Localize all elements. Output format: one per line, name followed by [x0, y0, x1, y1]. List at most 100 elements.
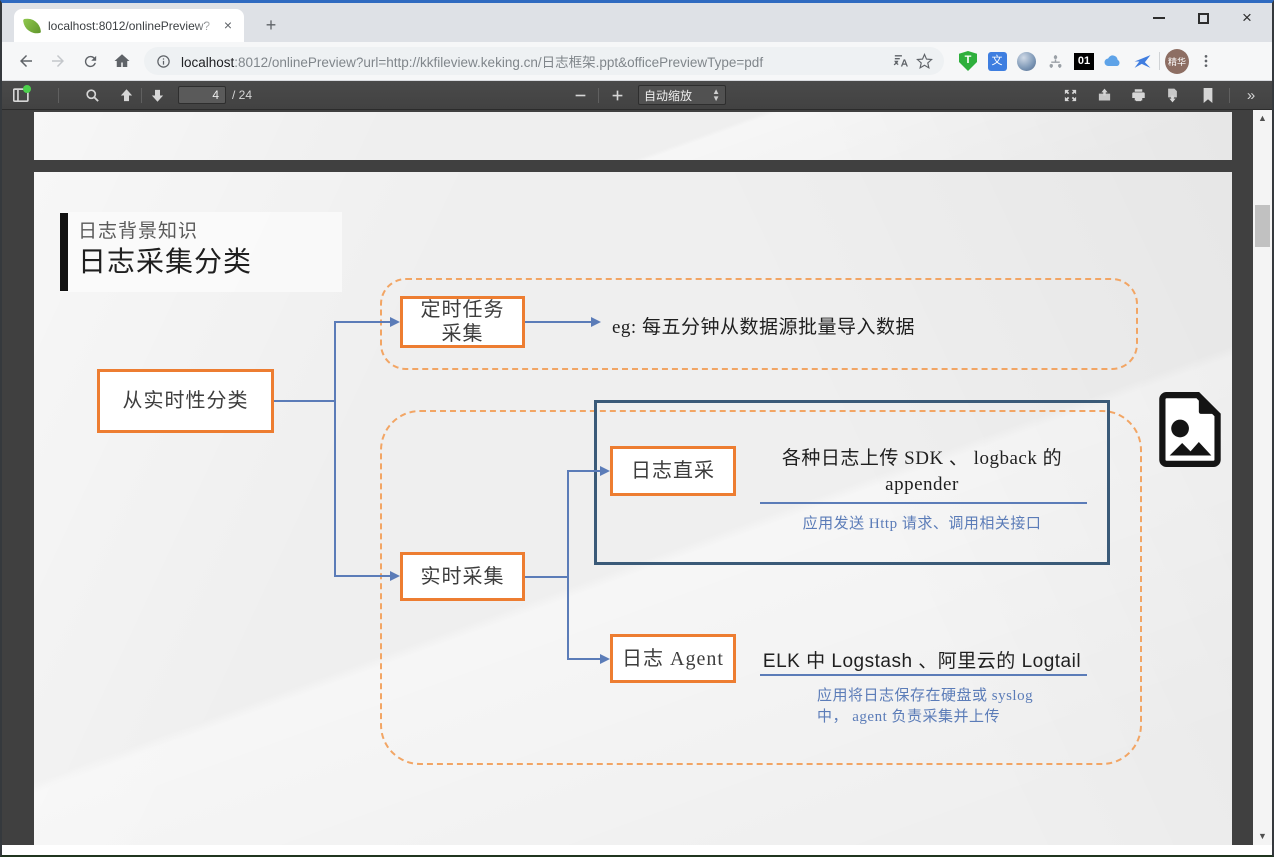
url-path: :8012/onlinePreview?url=http://kkfilevie… [234, 55, 763, 70]
zoom-out-button[interactable] [567, 83, 593, 107]
minus-icon [574, 89, 587, 102]
01-badge-icon: 01 [1074, 53, 1094, 70]
extensions-area: T 文 01 精华 [956, 49, 1218, 73]
reload-button[interactable] [76, 47, 104, 75]
forward-button[interactable] [44, 47, 72, 75]
arrowhead-icon [600, 466, 610, 476]
open-file-icon [1097, 88, 1112, 103]
scroll-up-icon[interactable]: ▲ [1253, 110, 1272, 127]
search-icon [85, 88, 100, 103]
zoom-select[interactable]: 自动缩放 ▲▼ [638, 85, 726, 105]
more-tools-button[interactable]: » [1238, 83, 1264, 107]
sitemap-icon [1047, 53, 1064, 70]
zoom-in-button[interactable] [604, 83, 630, 107]
page-up-button[interactable] [113, 83, 139, 107]
zoom-select-value: 自动缩放 [644, 87, 692, 104]
node-label: 日志直采 [631, 459, 715, 483]
slide-canvas: 日志背景知识 日志采集分类 [34, 172, 1232, 845]
arrow-down-icon [150, 88, 165, 103]
back-button[interactable] [12, 47, 40, 75]
node-log-agent: 日志 Agent [610, 634, 736, 683]
translate-ext-icon: 文 [988, 52, 1007, 71]
presentation-mode-button[interactable] [1057, 83, 1083, 107]
extension-01-button[interactable]: 01 [1072, 49, 1096, 73]
timed-example-text: eg: 每五分钟从数据源批量导入数据 [612, 312, 1032, 339]
agent-note-text: 应用将日志保存在硬盘或 syslog中， agent 负责采集并上传 [817, 686, 1117, 728]
minimize-button[interactable] [1152, 11, 1166, 25]
bookmark-icon [1202, 88, 1214, 103]
tab-strip: localhost:8012/onlinePreview? × + × [2, 3, 1272, 42]
toolbar-separator [1229, 88, 1230, 103]
browser-toolbar: localhost:8012/onlinePreview?url=http://… [2, 42, 1272, 81]
back-arrow-icon [17, 52, 35, 70]
node-label: 从实时性分类 [123, 389, 249, 413]
cloud-icon [1103, 51, 1123, 71]
connector-line [525, 321, 591, 323]
chrome-menu-button[interactable] [1194, 49, 1218, 73]
url-text[interactable]: localhost:8012/onlinePreview?url=http://… [181, 51, 888, 71]
page-4: 日志背景知识 日志采集分类 [34, 172, 1232, 845]
arrowhead-icon [591, 317, 601, 327]
extension-bird-button[interactable] [1130, 49, 1154, 73]
sidebar-toggle-button[interactable] [8, 83, 34, 107]
toolbar-separator [58, 88, 59, 103]
pdf-viewer[interactable]: 日志背景知识 日志采集分类 [2, 110, 1272, 845]
toolbar-separator [141, 88, 142, 103]
select-arrows-icon: ▲▼ [712, 88, 720, 102]
maximize-button[interactable] [1196, 11, 1210, 25]
broken-image-icon [1157, 392, 1224, 467]
globe-orb-icon [1017, 52, 1036, 71]
node-label: 实时采集 [421, 565, 505, 589]
page-number-input[interactable] [178, 86, 226, 104]
scroll-down-icon[interactable]: ▼ [1253, 828, 1272, 845]
close-button[interactable]: × [1240, 11, 1254, 25]
url-host: localhost [181, 55, 234, 70]
reload-icon [82, 53, 99, 70]
home-icon [113, 52, 131, 70]
browser-tab[interactable]: localhost:8012/onlinePreview? × [14, 9, 244, 42]
find-button[interactable] [79, 83, 105, 107]
address-bar[interactable]: localhost:8012/onlinePreview?url=http://… [144, 47, 944, 75]
close-icon: × [1242, 12, 1252, 24]
extension-cloud-button[interactable] [1101, 49, 1125, 73]
download-button[interactable] [1159, 83, 1185, 107]
info-icon[interactable] [156, 54, 171, 69]
agent-desc-text: ELK 中 Logstash 、阿里云的 Logtail [750, 646, 1094, 673]
bookmark-star-button[interactable] [912, 49, 936, 73]
connector-line [334, 322, 336, 576]
extension-sitemap-button[interactable] [1043, 49, 1067, 73]
node-label: 日志 Agent [622, 647, 724, 671]
translate-page-button[interactable] [888, 49, 912, 73]
node-timed-task-collect: 定时任务采集 [400, 296, 525, 348]
direct-desc-text: 各种日志上传 SDK 、 logback 的appender [750, 446, 1094, 498]
spring-leaf-favicon [23, 16, 41, 34]
browser-window: localhost:8012/onlinePreview? × + × loca… [0, 0, 1274, 857]
shield-icon: T [959, 51, 977, 71]
vertical-scrollbar[interactable]: ▲ ▼ [1253, 110, 1272, 845]
print-button[interactable] [1125, 83, 1151, 107]
divider-line [760, 674, 1087, 676]
new-tab-button[interactable]: + [258, 13, 284, 39]
maximize-icon [1198, 13, 1209, 24]
connector-line [567, 471, 569, 659]
kebab-menu-icon [1198, 53, 1214, 69]
extension-translate-button[interactable]: 文 [985, 49, 1009, 73]
open-file-button[interactable] [1091, 83, 1117, 107]
scrollbar-thumb[interactable] [1255, 205, 1270, 247]
bookmark-button[interactable] [1195, 83, 1221, 107]
star-icon [916, 53, 933, 70]
plus-icon [611, 89, 624, 102]
arrow-up-icon [119, 88, 134, 103]
page-down-button[interactable] [144, 83, 170, 107]
home-button[interactable] [108, 47, 136, 75]
profile-avatar: 精华 [1165, 49, 1189, 74]
page-title: 日志采集分类 [78, 240, 252, 280]
connector-line [274, 400, 334, 402]
tab-close-icon[interactable]: × [220, 18, 236, 34]
node-classify-by-realtime: 从实时性分类 [97, 369, 274, 433]
extension-orb-button[interactable] [1014, 49, 1038, 73]
profile-button[interactable]: 精华 [1165, 49, 1189, 73]
node-label: 定时任务采集 [421, 298, 505, 346]
connector-line [334, 575, 390, 577]
extension-shield-button[interactable]: T [956, 49, 980, 73]
